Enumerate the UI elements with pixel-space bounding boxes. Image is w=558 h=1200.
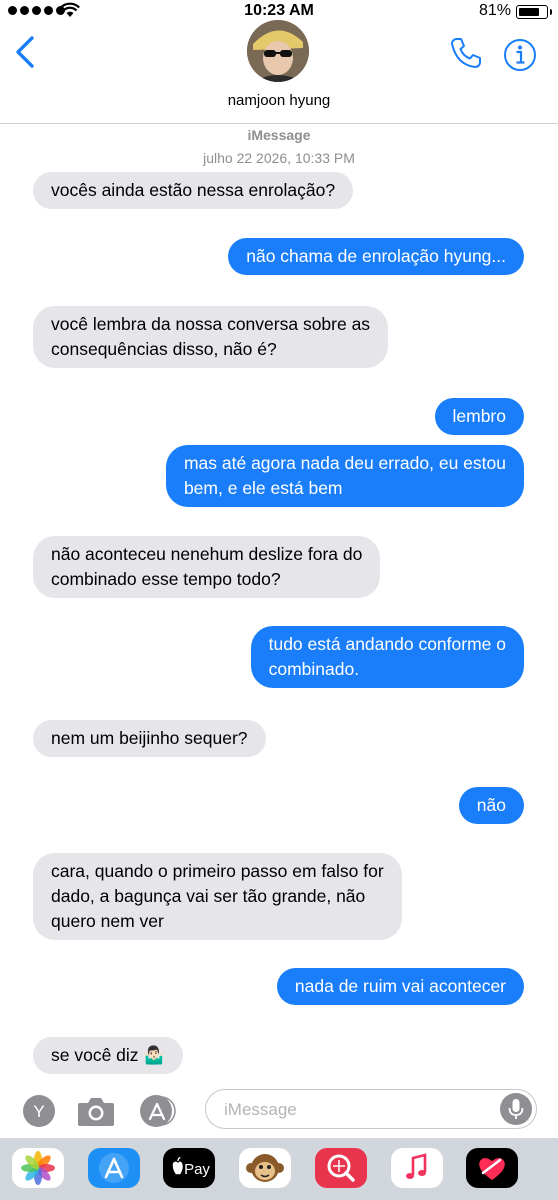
incoming-message[interactable]: você lembra da nossa conversa sobre as c…: [33, 306, 389, 368]
message-line: tudo está andando conforme o: [268, 634, 506, 654]
apple-pay-icon[interactable]: Pay: [163, 1148, 215, 1188]
clock-time: 10:23 AM: [244, 2, 314, 19]
animoji-monkey-icon[interactable]: [239, 1148, 291, 1188]
thread-timestamp: julho 22 2026, 10:33 PM: [203, 150, 355, 166]
conversation-header: namjoon hyung: [0, 20, 558, 124]
message-line: combinado.: [268, 659, 360, 679]
message-line: combinado esse tempo todo?: [51, 569, 281, 589]
message-line: cara, quando o primeiro passo em falso f…: [51, 861, 384, 881]
back-chevron-icon[interactable]: [14, 36, 36, 68]
message-line: mas até agora nada deu errado, eu estou: [183, 453, 506, 473]
app-drawer: Pay: [0, 1138, 558, 1200]
app-store-button-icon[interactable]: [139, 1094, 177, 1128]
info-icon[interactable]: [503, 38, 537, 72]
message-text: lembro: [452, 406, 507, 426]
message-line: bem, e ele está bem: [183, 478, 343, 498]
digital-touch-icon[interactable]: [466, 1148, 518, 1188]
battery-percentage: 81%: [478, 2, 511, 19]
message-input-placeholder: iMessage: [224, 1100, 297, 1119]
message-line: quero nem ver: [51, 911, 164, 931]
image-search-icon[interactable]: [315, 1148, 367, 1188]
app-store-icon[interactable]: [88, 1148, 140, 1188]
message-line: consequências disso, não é?: [51, 339, 277, 359]
service-label: iMessage: [247, 127, 311, 143]
outgoing-message[interactable]: não chama de enrolação hyung...: [228, 238, 524, 275]
battery-icon: [516, 5, 552, 19]
microphone-icon[interactable]: [500, 1093, 532, 1125]
outgoing-message[interactable]: lembro: [434, 398, 524, 435]
incoming-message[interactable]: se você diz 🤷🏻‍♂️: [33, 1037, 184, 1074]
message-line: você lembra da nossa conversa sobre as: [51, 314, 371, 334]
message-text: não chama de enrolação hyung...: [246, 246, 506, 266]
photos-app-icon[interactable]: [12, 1148, 64, 1188]
message-input[interactable]: iMessage: [205, 1089, 537, 1129]
outgoing-message[interactable]: tudo está andando conforme o combinado.: [250, 626, 524, 688]
camera-icon[interactable]: [77, 1094, 115, 1128]
incoming-message[interactable]: cara, quando o primeiro passo em falso f…: [33, 853, 402, 940]
message-text: se você diz 🤷🏻‍♂️: [51, 1045, 166, 1065]
composer-bar: Y iMessage: [0, 1086, 558, 1138]
outgoing-message[interactable]: nada de ruim vai acontecer: [276, 968, 524, 1005]
incoming-message[interactable]: nem um beijinho sequer?: [33, 720, 266, 757]
outgoing-message[interactable]: não: [458, 787, 524, 824]
message-line: dado, a bagunça vai ser tão grande, não: [51, 886, 366, 906]
message-text: nada de ruim vai acontecer: [294, 976, 506, 996]
message-line: não aconteceu nenehum deslize fora do: [51, 544, 363, 564]
music-icon[interactable]: [391, 1148, 443, 1188]
apps-button-label: Y: [33, 1102, 44, 1121]
outgoing-message[interactable]: mas até agora nada deu errado, eu estou …: [165, 445, 524, 507]
apps-button[interactable]: Y: [22, 1094, 56, 1128]
contact-name[interactable]: namjoon hyung: [0, 92, 558, 109]
contact-avatar[interactable]: [247, 20, 309, 82]
message-text: nem um beijinho sequer?: [51, 728, 248, 748]
message-text: vocês ainda estão nessa enrolação?: [51, 180, 336, 200]
incoming-message[interactable]: vocês ainda estão nessa enrolação?: [33, 172, 354, 209]
phone-call-icon[interactable]: [449, 36, 483, 70]
status-bar: 10:23 AM 81%: [0, 0, 558, 22]
apple-pay-label: Pay: [184, 1161, 210, 1178]
incoming-message[interactable]: não aconteceu nenehum deslize fora do co…: [33, 536, 381, 598]
message-text: não: [476, 795, 506, 815]
